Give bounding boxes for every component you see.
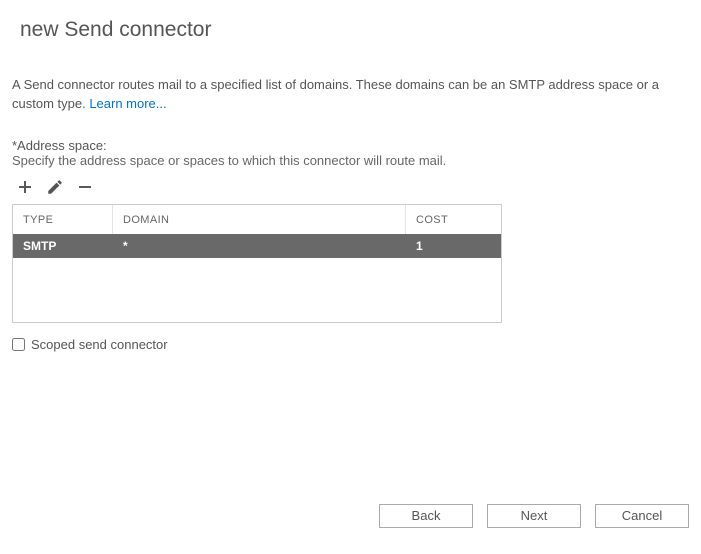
edit-icon[interactable] [46, 178, 64, 196]
col-header-type: TYPE [13, 205, 113, 234]
wizard-footer: Back Next Cancel [379, 504, 689, 528]
cancel-button[interactable]: Cancel [595, 504, 689, 528]
address-space-toolbar [12, 178, 689, 196]
back-button[interactable]: Back [379, 504, 473, 528]
learn-more-link[interactable]: Learn more... [89, 96, 166, 111]
next-button[interactable]: Next [487, 504, 581, 528]
page-title: new Send connector [20, 18, 689, 42]
address-space-label: *Address space: [12, 138, 689, 153]
add-icon[interactable] [16, 178, 34, 196]
cell-cost: 1 [406, 234, 501, 258]
scoped-label: Scoped send connector [31, 337, 168, 352]
col-header-cost: COST [406, 205, 501, 234]
table-header: TYPE DOMAIN COST [13, 205, 501, 234]
remove-icon[interactable] [76, 178, 94, 196]
cell-type: SMTP [13, 234, 113, 258]
address-space-table: TYPE DOMAIN COST SMTP * 1 [12, 204, 502, 323]
scoped-send-connector[interactable]: Scoped send connector [12, 337, 689, 352]
description: A Send connector routes mail to a specif… [12, 76, 689, 114]
table-body: SMTP * 1 [13, 234, 501, 322]
address-space-note: Specify the address space or spaces to w… [12, 153, 689, 168]
scoped-checkbox[interactable] [12, 338, 25, 351]
col-header-domain: DOMAIN [113, 205, 406, 234]
table-row[interactable]: SMTP * 1 [13, 234, 501, 258]
cell-domain: * [113, 234, 406, 258]
